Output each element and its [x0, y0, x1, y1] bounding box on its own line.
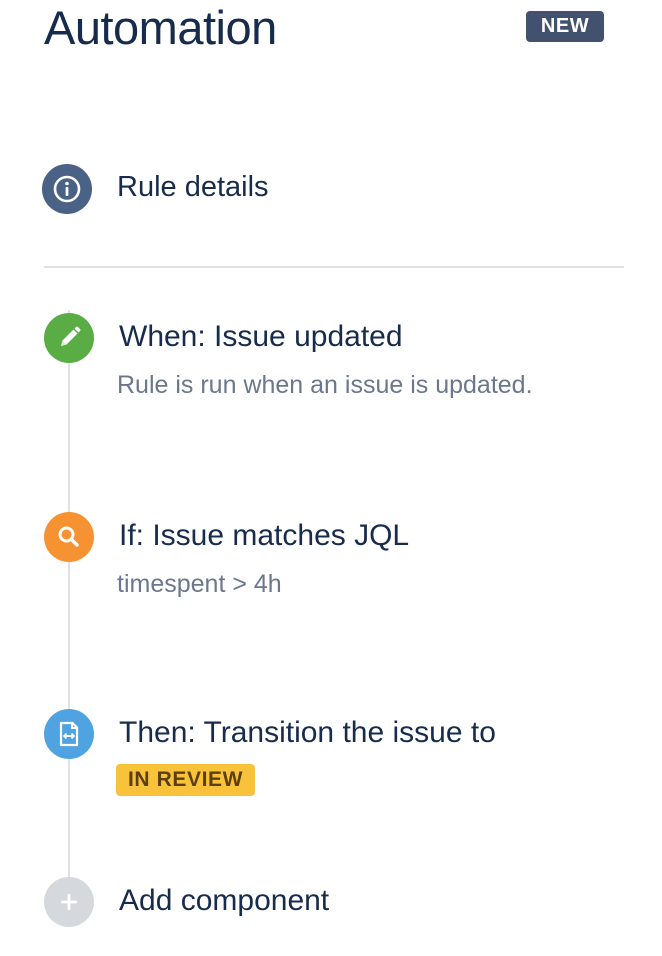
status-lozenge: IN REVIEW	[116, 764, 256, 796]
condition-jql: timespent > 4h	[117, 570, 282, 598]
pencil-icon	[44, 313, 94, 363]
search-icon	[44, 512, 94, 562]
trigger-heading: When: Issue updated	[119, 320, 403, 353]
info-icon	[42, 164, 92, 214]
divider	[44, 266, 624, 268]
rule-details-item[interactable]: Rule details	[42, 164, 442, 214]
page-title: Automation	[44, 1, 277, 54]
transition-icon	[44, 709, 94, 759]
rule-details-label: Rule details	[117, 171, 269, 203]
plus-icon	[44, 877, 94, 927]
automation-panel: Automation NEW Rule details When: Issue …	[0, 0, 662, 956]
add-component-label: Add component	[119, 884, 330, 917]
timeline-connector	[68, 310, 70, 910]
trigger-description: Rule is run when an issue is updated.	[117, 371, 533, 399]
condition-heading: If: Issue matches JQL	[119, 519, 410, 552]
new-badge: NEW	[526, 11, 604, 42]
action-heading: Then: Transition the issue to	[119, 716, 496, 749]
